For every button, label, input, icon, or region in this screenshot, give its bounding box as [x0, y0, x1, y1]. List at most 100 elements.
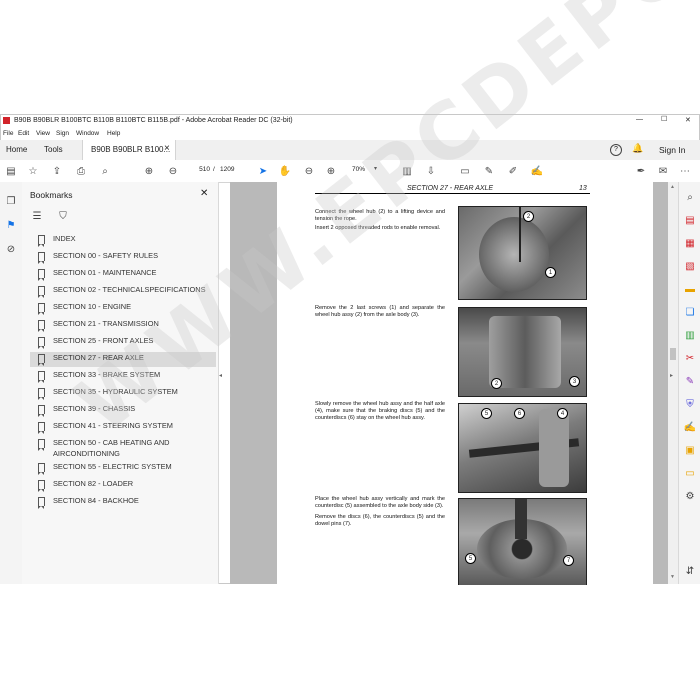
draw-icon[interactable]: ✐ [506, 164, 520, 178]
menu-edit[interactable]: Edit [18, 130, 29, 137]
callout-6: 6 [514, 408, 525, 419]
panel-collapse-handle[interactable]: ◂ [219, 372, 222, 379]
bookmark-label: SECTION 01 - MAINTENANCE [53, 268, 157, 277]
collapse-rail-icon[interactable]: ⇵ [683, 564, 697, 578]
hand-tool-icon[interactable]: ✋ [278, 164, 292, 178]
callout-7: 7 [563, 555, 574, 566]
photo-half-axle-removal: 5 6 4 [458, 403, 587, 493]
redact-icon[interactable]: ✂ [683, 351, 697, 365]
close-tab-button[interactable]: × [164, 143, 170, 154]
bookmark-label: SECTION 00 - SAFETY RULES [53, 251, 159, 260]
menu-file[interactable]: File [3, 130, 13, 137]
bookmark-icon [38, 388, 45, 400]
step-text-6: Remove the discs (6), the counterdiscs (… [315, 514, 445, 527]
callout-4: 4 [557, 408, 568, 419]
menu-help[interactable]: Help [107, 130, 120, 137]
bookmark-icon [38, 354, 45, 366]
window-title: B90B B90BLR B100BTC B110B B110BTC B115B.… [14, 117, 293, 124]
bookmark-icon [38, 480, 45, 492]
bookmark-item[interactable]: SECTION 82 - LOADER [30, 478, 216, 493]
protect-icon[interactable]: ⛨ [683, 397, 697, 411]
stamp-icon[interactable]: ▭ [683, 466, 697, 480]
title-bar: B90B B90BLR B100BTC B110B B110BTC B115B.… [0, 114, 700, 128]
export-pdf-icon[interactable]: ▤ [683, 213, 697, 227]
fill-sign-icon[interactable]: ✍ [530, 164, 544, 178]
organize-pages-icon[interactable]: ▥ [683, 328, 697, 342]
menu-bar: File Edit View Sign Window Help [0, 128, 700, 140]
minimize-button[interactable]: — [636, 116, 643, 123]
page-separator: / [213, 166, 215, 173]
send-signature-icon[interactable]: ✍ [683, 420, 697, 434]
scroll-down-arrow-icon[interactable]: ▼ [670, 574, 675, 580]
bookmark-item[interactable]: SECTION 55 - ELECTRIC SYSTEM [30, 461, 216, 476]
sign-in-button[interactable]: Sign In [659, 145, 685, 155]
step-text-3: Remove the 2 last screws (1) and separat… [315, 305, 445, 318]
attachments-icon[interactable]: ⊘ [4, 242, 18, 256]
rich-media-icon[interactable]: ▣ [683, 443, 697, 457]
callout-2: 2 [523, 211, 534, 222]
bookmark-icon [38, 252, 45, 264]
bookmark-star-icon[interactable]: ☆ [26, 164, 40, 178]
create-pdf-tool-icon[interactable]: ▦ [683, 236, 697, 250]
more-tools-wrench-icon[interactable]: ⚙ [683, 489, 697, 503]
help-icon[interactable]: ? [610, 144, 622, 156]
step-text-4: Slowly remove the wheel hub assy and the… [315, 401, 445, 421]
edit-pdf-icon[interactable]: ✒ [634, 164, 648, 178]
print-icon[interactable]: ⎙ [74, 164, 88, 178]
tab-tools[interactable]: Tools [44, 145, 63, 154]
select-cursor-icon[interactable]: ➤ [256, 164, 270, 178]
scroll-up-arrow-icon[interactable]: ▲ [670, 184, 675, 190]
callout-5: 5 [481, 408, 492, 419]
email-icon[interactable]: ✉ [656, 164, 670, 178]
menu-view[interactable]: View [36, 130, 50, 137]
new-bookmark-icon[interactable]: ⛉ [56, 209, 70, 223]
menu-sign[interactable]: Sign [56, 130, 69, 137]
scrollbar-thumb[interactable] [670, 348, 676, 360]
search-tool-icon[interactable]: ⌕ [683, 190, 697, 204]
bookmark-icon [38, 320, 45, 332]
fill-sign-tool-icon[interactable]: ✎ [683, 374, 697, 388]
page-number-input[interactable]: 510 [188, 166, 210, 176]
bookmark-icon [38, 463, 45, 475]
bookmark-icon [38, 405, 45, 417]
tab-document-label: B90B B90BLR B100... [91, 145, 171, 154]
bookmark-item[interactable]: SECTION 84 - BACKHOE [30, 495, 216, 510]
photo-detail [479, 217, 549, 292]
left-navigation-rail: ❐ ⚑ ⊘ [0, 182, 23, 584]
maximize-button[interactable]: ☐ [661, 115, 667, 123]
close-window-button[interactable]: ✕ [685, 116, 691, 124]
previous-page-icon[interactable]: ⊕ [142, 164, 156, 178]
zoom-out-icon[interactable]: ⊖ [302, 164, 316, 178]
bookmark-item[interactable]: INDEX [30, 233, 216, 248]
close-panel-icon[interactable]: ✕ [200, 188, 208, 199]
bookmark-label: SECTION 55 - ELECTRIC SYSTEM [53, 462, 172, 471]
more-tools-icon[interactable]: ⋯ [678, 164, 692, 178]
bookmark-label: SECTION 84 - BACKHOE [53, 496, 139, 505]
combine-files-icon[interactable]: ❏ [683, 305, 697, 319]
highlight-pen-icon[interactable]: ✎ [482, 164, 496, 178]
right-panel-expand-handle[interactable]: ▸ [670, 372, 673, 379]
bookmark-item[interactable]: SECTION 00 - SAFETY RULES [30, 250, 216, 265]
tab-document[interactable]: B90B B90BLR B100... × [82, 140, 176, 160]
upload-icon[interactable]: ⇪ [50, 164, 64, 178]
tab-home[interactable]: Home [6, 145, 27, 154]
vertical-scrollbar[interactable]: ▲ ▼ [668, 182, 678, 584]
page-thumbnails-icon[interactable]: ❐ [4, 194, 18, 208]
bookmarks-panel-icon[interactable]: ⚑ [4, 218, 18, 232]
photo-detail [489, 316, 561, 388]
edit-pdf-tool-icon[interactable]: ▧ [683, 259, 697, 273]
photo-wheel-hub-lifting: 2 1 [458, 206, 587, 300]
callout-3: 3 [569, 376, 580, 387]
callout-5b: 5 [465, 553, 476, 564]
menu-window[interactable]: Window [76, 130, 99, 137]
bookmarks-title: Bookmarks [30, 190, 73, 200]
notifications-bell-icon[interactable]: 🔔 [632, 143, 643, 154]
create-pdf-icon[interactable]: ▤ [4, 164, 18, 178]
callout-1: 1 [545, 267, 556, 278]
bookmark-options-icon[interactable]: ☰ [30, 209, 44, 223]
next-page-icon[interactable]: ⊖ [166, 164, 180, 178]
search-icon[interactable]: ⌕ [98, 164, 112, 178]
callout-2b: 2 [491, 378, 502, 389]
comment-tool-icon[interactable]: ▬ [683, 282, 697, 296]
bookmark-label: SECTION 50 - CAB HEATING AND AIRCONDITIO… [53, 438, 170, 458]
